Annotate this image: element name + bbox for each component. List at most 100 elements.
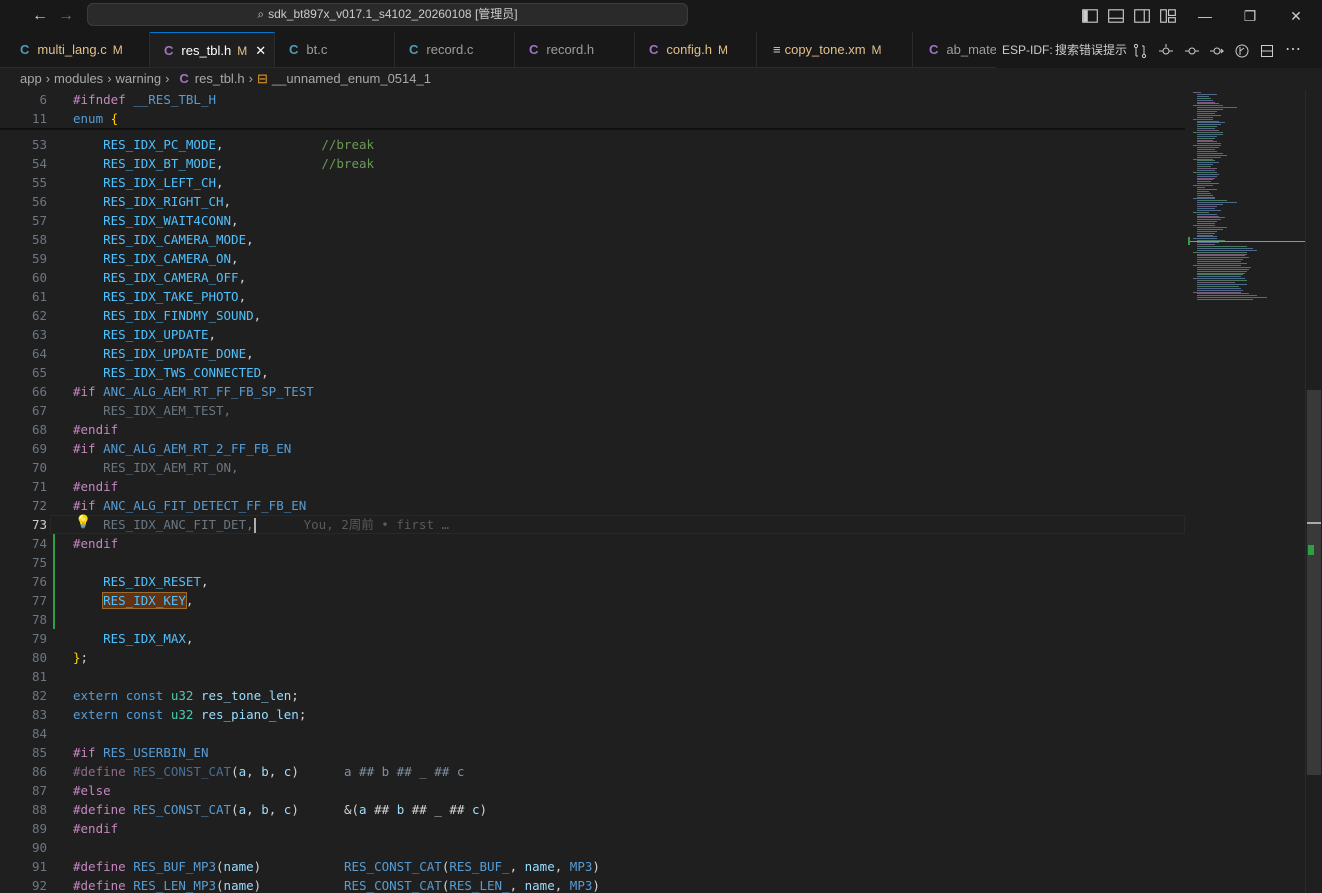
code-line[interactable]: 64 RES_IDX_UPDATE_DONE, — [0, 344, 1185, 363]
tab-record-c[interactable]: Crecord.c — [395, 32, 515, 67]
line-number: 90 — [31, 840, 47, 855]
minimap-line — [1193, 291, 1241, 293]
code-line[interactable]: 60 RES_IDX_CAMERA_OFF, — [0, 268, 1185, 287]
code-line[interactable]: 92 #define RES_LEN_MP3(name) RES_CONST_CA… — [0, 876, 1185, 893]
lightbulb-icon[interactable]: 💡 — [75, 515, 91, 530]
code-line[interactable]: 62 RES_IDX_FINDMY_SOUND, — [0, 306, 1185, 325]
esp-idf-label: ESP-IDF: — [1002, 43, 1053, 57]
code-line[interactable]: 57 RES_IDX_WAIT4CONN, — [0, 211, 1185, 230]
scrollbar-thumb[interactable] — [1307, 390, 1321, 775]
code-line[interactable]: 91 #define RES_BUF_MP3(name) RES_CONST_CA… — [0, 857, 1185, 876]
h-file-icon: C — [529, 42, 539, 57]
code-line[interactable]: 58 RES_IDX_CAMERA_MODE, — [0, 230, 1185, 249]
minimap-line — [1197, 188, 1217, 190]
code-line[interactable]: 89 #endif — [0, 819, 1185, 838]
customize-layout-icon[interactable] — [1159, 7, 1177, 25]
code-line[interactable]: 66 #if ANC_ALG_AEM_RT_FF_FB_SP_TEST — [0, 382, 1185, 401]
search-error-hint-button[interactable]: 搜索错误提示 — [1055, 32, 1127, 68]
compare-changes-icon[interactable] — [1132, 43, 1148, 59]
breadcrumb-item[interactable]: warning — [116, 68, 162, 90]
scrollbar-change-marker — [1308, 545, 1314, 555]
breadcrumb-file[interactable]: res_tbl.h — [195, 68, 245, 90]
minimap-line — [1197, 244, 1215, 245]
code-line[interactable]: 83 extern const u32 res_piano_len; — [0, 705, 1185, 724]
next-change-icon[interactable] — [1209, 43, 1225, 59]
code-line[interactable]: 67 RES_IDX_AEM_TEST, — [0, 401, 1185, 420]
breadcrumb-item[interactable]: modules — [54, 68, 103, 90]
command-center-search[interactable]: ⌕ sdk_bt897x_v017.1_s4102_20260108 [管理员] — [87, 3, 688, 26]
code-line[interactable]: 86 #define RES_CONST_CAT(a, b, c) a ## b … — [0, 762, 1185, 781]
close-tab-icon[interactable]: ✕ — [255, 43, 266, 58]
minimap-line — [1197, 99, 1213, 101]
title-bar: ← → ⌕ sdk_bt897x_v017.1_s4102_20260108 [管… — [0, 0, 1322, 32]
line-number: 76 — [31, 574, 47, 589]
more-actions-icon[interactable]: ⋯ — [1285, 32, 1301, 68]
previous-change-icon[interactable] — [1184, 43, 1200, 59]
code-line[interactable]: 55 RES_IDX_LEFT_CH, — [0, 173, 1185, 192]
code-line[interactable]: 78 — [0, 610, 1185, 629]
line-code: RES_IDX_CAMERA_OFF, — [103, 270, 247, 285]
forward-icon[interactable]: → — [56, 6, 76, 26]
code-line[interactable]: 73 RES_IDX_ANC_FIT_DET, You, 2周前 • first … — [0, 515, 1185, 534]
close-window-button[interactable]: ✕ — [1281, 4, 1311, 28]
back-icon[interactable]: ← — [30, 6, 50, 26]
sticky-line[interactable]: 6 #ifndef __RES_TBL_H — [0, 90, 1185, 109]
code-line[interactable]: 56 RES_IDX_RIGHT_CH, — [0, 192, 1185, 211]
toggle-secondary-sidebar-icon[interactable] — [1133, 7, 1151, 25]
code-line[interactable]: 69 #if ANC_ALG_AEM_RT_2_FF_FB_EN — [0, 439, 1185, 458]
minimap-line — [1197, 107, 1237, 109]
toggle-primary-sidebar-icon[interactable] — [1081, 7, 1099, 25]
code-line[interactable]: 90 — [0, 838, 1185, 857]
minimap-line — [1197, 111, 1217, 112]
code-line[interactable]: 80}; — [0, 648, 1185, 667]
code-line[interactable]: 70 RES_IDX_AEM_RT_ON, — [0, 458, 1185, 477]
code-line[interactable]: 84 — [0, 724, 1185, 743]
code-line[interactable]: 77 RES_IDX_KEY, — [0, 591, 1185, 610]
line-code: #endif — [73, 422, 119, 437]
code-line[interactable]: 75 — [0, 553, 1185, 572]
minimap-line — [1197, 206, 1217, 207]
code-line[interactable]: 72 #if ANC_ALG_FIT_DETECT_FF_FB_EN — [0, 496, 1185, 515]
git-lens-icon[interactable] — [1234, 43, 1250, 59]
restore-button[interactable]: ❐ — [1235, 4, 1265, 28]
tab-copy-tone-xm[interactable]: ≡ copy_tone.xm M — [757, 32, 913, 67]
tab-res-tbl-h[interactable]: Cres_tbl.h M ✕ — [150, 32, 275, 67]
code-line[interactable]: 81 — [0, 667, 1185, 686]
code-line[interactable]: 61 RES_IDX_TAKE_PHOTO, — [0, 287, 1185, 306]
timeline-icon[interactable] — [1158, 43, 1174, 59]
code-editor[interactable]: 53 RES_IDX_PC_MODE, //break 54 RES_IDX_BT… — [0, 90, 1305, 893]
tab-ab-mate[interactable]: Cab_mate_ — [913, 32, 1003, 67]
code-line[interactable]: 88 #define RES_CONST_CAT(a, b, c) &(a ## … — [0, 800, 1185, 819]
code-line[interactable]: 53 RES_IDX_PC_MODE, //break — [0, 135, 1185, 154]
tab-bt-c[interactable]: Cbt.c — [275, 32, 395, 67]
line-number: 58 — [31, 232, 47, 247]
split-editor-icon[interactable] — [1259, 43, 1275, 59]
toggle-panel-icon[interactable] — [1107, 7, 1125, 25]
tab-config-h[interactable]: Cconfig.h M — [635, 32, 757, 67]
code-line[interactable]: 68 #endif — [0, 420, 1185, 439]
breadcrumb-symbol[interactable]: __unnamed_enum_0514_1 — [272, 68, 431, 90]
code-line[interactable]: 79 RES_IDX_MAX, — [0, 629, 1185, 648]
minimize-button[interactable]: — — [1190, 4, 1220, 28]
minimap-line — [1197, 219, 1221, 221]
breadcrumb-item[interactable]: app — [20, 68, 42, 90]
tab-record-h[interactable]: Crecord.h — [515, 32, 635, 67]
code-line[interactable]: 74 #endif — [0, 534, 1185, 553]
code-line[interactable]: 71 #endif — [0, 477, 1185, 496]
minimap[interactable] — [1188, 90, 1305, 893]
code-line[interactable]: 76 RES_IDX_RESET, — [0, 572, 1185, 591]
code-line[interactable]: 63 RES_IDX_UPDATE, — [0, 325, 1185, 344]
sticky-line[interactable]: 11 enum { — [0, 109, 1185, 128]
code-line[interactable]: 59 RES_IDX_CAMERA_ON, — [0, 249, 1185, 268]
code-line[interactable]: 82 extern const u32 res_tone_len; — [0, 686, 1185, 705]
breadcrumb: app › modules › warning › Cres_tbl.h › ⊟ __unname… — [0, 68, 1322, 90]
vertical-scrollbar[interactable] — [1305, 90, 1322, 893]
line-code: RES_IDX_WAIT4CONN, — [103, 213, 239, 228]
code-line[interactable]: 54 RES_IDX_BT_MODE, //break — [0, 154, 1185, 173]
minimap-line — [1197, 270, 1247, 272]
code-line[interactable]: 85 #if RES_USERBIN_EN — [0, 743, 1185, 762]
tab-multi-lang-c[interactable]: Cmulti_lang.c M — [0, 32, 150, 67]
code-line[interactable]: 65 RES_IDX_TWS_CONNECTED, — [0, 363, 1185, 382]
chevron-right-icon: › — [248, 71, 254, 86]
code-line[interactable]: 87 #else — [0, 781, 1185, 800]
